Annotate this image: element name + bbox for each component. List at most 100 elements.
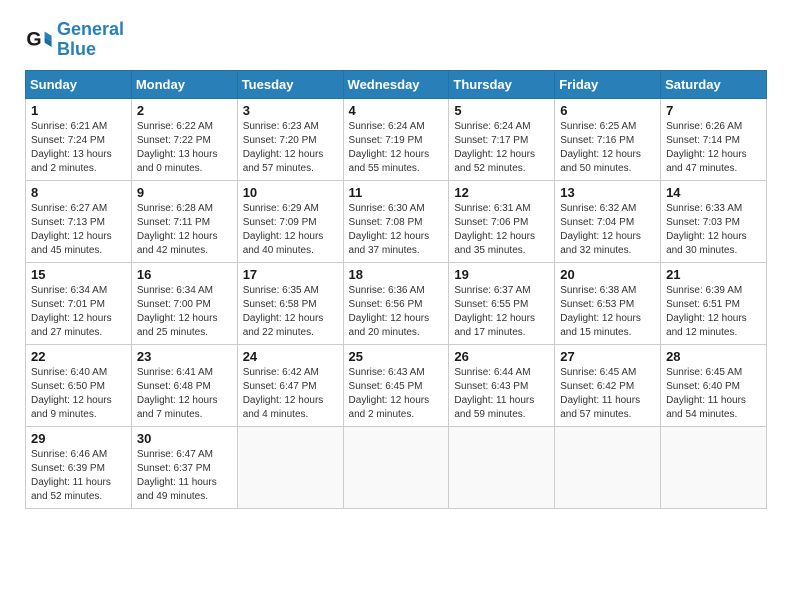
- logo-icon: G: [25, 26, 53, 54]
- calendar-cell: 26 Sunrise: 6:44 AMSunset: 6:43 PMDaylig…: [449, 344, 555, 426]
- weekday-header-friday: Friday: [555, 70, 661, 98]
- day-info: Sunrise: 6:47 AMSunset: 6:37 PMDaylight:…: [137, 448, 232, 504]
- day-number: 5: [454, 103, 549, 118]
- day-info: Sunrise: 6:40 AMSunset: 6:50 PMDaylight:…: [31, 366, 126, 422]
- calendar-cell: 5 Sunrise: 6:24 AMSunset: 7:17 PMDayligh…: [449, 98, 555, 180]
- calendar-cell: 27 Sunrise: 6:45 AMSunset: 6:42 PMDaylig…: [555, 344, 661, 426]
- day-number: 6: [560, 103, 655, 118]
- calendar-cell: 3 Sunrise: 6:23 AMSunset: 7:20 PMDayligh…: [237, 98, 343, 180]
- day-number: 17: [243, 267, 338, 282]
- calendar-cell: 28 Sunrise: 6:45 AMSunset: 6:40 PMDaylig…: [661, 344, 767, 426]
- weekday-header-tuesday: Tuesday: [237, 70, 343, 98]
- day-info: Sunrise: 6:31 AMSunset: 7:06 PMDaylight:…: [454, 202, 549, 258]
- day-number: 8: [31, 185, 126, 200]
- day-info: Sunrise: 6:43 AMSunset: 6:45 PMDaylight:…: [349, 366, 444, 422]
- calendar-cell: 19 Sunrise: 6:37 AMSunset: 6:55 PMDaylig…: [449, 262, 555, 344]
- day-number: 29: [31, 431, 126, 446]
- calendar-cell: 14 Sunrise: 6:33 AMSunset: 7:03 PMDaylig…: [661, 180, 767, 262]
- calendar-cell: 18 Sunrise: 6:36 AMSunset: 6:56 PMDaylig…: [343, 262, 449, 344]
- calendar-cell: 22 Sunrise: 6:40 AMSunset: 6:50 PMDaylig…: [26, 344, 132, 426]
- day-number: 7: [666, 103, 761, 118]
- day-info: Sunrise: 6:34 AMSunset: 7:00 PMDaylight:…: [137, 284, 232, 340]
- day-number: 10: [243, 185, 338, 200]
- day-info: Sunrise: 6:24 AMSunset: 7:17 PMDaylight:…: [454, 120, 549, 176]
- calendar-cell: 12 Sunrise: 6:31 AMSunset: 7:06 PMDaylig…: [449, 180, 555, 262]
- day-number: 19: [454, 267, 549, 282]
- calendar-cell: [343, 426, 449, 508]
- day-info: Sunrise: 6:27 AMSunset: 7:13 PMDaylight:…: [31, 202, 126, 258]
- day-info: Sunrise: 6:28 AMSunset: 7:11 PMDaylight:…: [137, 202, 232, 258]
- calendar-week-row: 1 Sunrise: 6:21 AMSunset: 7:24 PMDayligh…: [26, 98, 767, 180]
- day-info: Sunrise: 6:34 AMSunset: 7:01 PMDaylight:…: [31, 284, 126, 340]
- calendar-cell: 11 Sunrise: 6:30 AMSunset: 7:08 PMDaylig…: [343, 180, 449, 262]
- day-number: 3: [243, 103, 338, 118]
- day-info: Sunrise: 6:32 AMSunset: 7:04 PMDaylight:…: [560, 202, 655, 258]
- calendar-cell: 24 Sunrise: 6:42 AMSunset: 6:47 PMDaylig…: [237, 344, 343, 426]
- svg-text:G: G: [26, 28, 41, 50]
- weekday-header-saturday: Saturday: [661, 70, 767, 98]
- day-number: 12: [454, 185, 549, 200]
- calendar-cell: 1 Sunrise: 6:21 AMSunset: 7:24 PMDayligh…: [26, 98, 132, 180]
- calendar-cell: 9 Sunrise: 6:28 AMSunset: 7:11 PMDayligh…: [131, 180, 237, 262]
- day-number: 22: [31, 349, 126, 364]
- calendar-cell: 30 Sunrise: 6:47 AMSunset: 6:37 PMDaylig…: [131, 426, 237, 508]
- day-number: 27: [560, 349, 655, 364]
- logo: G GeneralBlue: [25, 20, 124, 60]
- calendar-cell: 7 Sunrise: 6:26 AMSunset: 7:14 PMDayligh…: [661, 98, 767, 180]
- calendar-week-row: 22 Sunrise: 6:40 AMSunset: 6:50 PMDaylig…: [26, 344, 767, 426]
- calendar-cell: 6 Sunrise: 6:25 AMSunset: 7:16 PMDayligh…: [555, 98, 661, 180]
- calendar-cell: 23 Sunrise: 6:41 AMSunset: 6:48 PMDaylig…: [131, 344, 237, 426]
- calendar-cell: 10 Sunrise: 6:29 AMSunset: 7:09 PMDaylig…: [237, 180, 343, 262]
- day-number: 21: [666, 267, 761, 282]
- day-info: Sunrise: 6:22 AMSunset: 7:22 PMDaylight:…: [137, 120, 232, 176]
- calendar-cell: 4 Sunrise: 6:24 AMSunset: 7:19 PMDayligh…: [343, 98, 449, 180]
- day-number: 15: [31, 267, 126, 282]
- day-info: Sunrise: 6:37 AMSunset: 6:55 PMDaylight:…: [454, 284, 549, 340]
- weekday-header-thursday: Thursday: [449, 70, 555, 98]
- weekday-header-sunday: Sunday: [26, 70, 132, 98]
- day-number: 25: [349, 349, 444, 364]
- day-info: Sunrise: 6:45 AMSunset: 6:40 PMDaylight:…: [666, 366, 761, 422]
- calendar-cell: 8 Sunrise: 6:27 AMSunset: 7:13 PMDayligh…: [26, 180, 132, 262]
- calendar-cell: [555, 426, 661, 508]
- weekday-header-wednesday: Wednesday: [343, 70, 449, 98]
- day-info: Sunrise: 6:45 AMSunset: 6:42 PMDaylight:…: [560, 366, 655, 422]
- page-header: G GeneralBlue: [25, 20, 767, 60]
- weekday-header-monday: Monday: [131, 70, 237, 98]
- day-info: Sunrise: 6:42 AMSunset: 6:47 PMDaylight:…: [243, 366, 338, 422]
- day-info: Sunrise: 6:39 AMSunset: 6:51 PMDaylight:…: [666, 284, 761, 340]
- calendar-cell: 16 Sunrise: 6:34 AMSunset: 7:00 PMDaylig…: [131, 262, 237, 344]
- day-info: Sunrise: 6:36 AMSunset: 6:56 PMDaylight:…: [349, 284, 444, 340]
- day-number: 20: [560, 267, 655, 282]
- day-info: Sunrise: 6:38 AMSunset: 6:53 PMDaylight:…: [560, 284, 655, 340]
- day-number: 9: [137, 185, 232, 200]
- day-info: Sunrise: 6:44 AMSunset: 6:43 PMDaylight:…: [454, 366, 549, 422]
- calendar-cell: 2 Sunrise: 6:22 AMSunset: 7:22 PMDayligh…: [131, 98, 237, 180]
- calendar-cell: 20 Sunrise: 6:38 AMSunset: 6:53 PMDaylig…: [555, 262, 661, 344]
- calendar-table: SundayMondayTuesdayWednesdayThursdayFrid…: [25, 70, 767, 509]
- day-info: Sunrise: 6:33 AMSunset: 7:03 PMDaylight:…: [666, 202, 761, 258]
- day-number: 24: [243, 349, 338, 364]
- weekday-header-row: SundayMondayTuesdayWednesdayThursdayFrid…: [26, 70, 767, 98]
- calendar-cell: 21 Sunrise: 6:39 AMSunset: 6:51 PMDaylig…: [661, 262, 767, 344]
- day-info: Sunrise: 6:24 AMSunset: 7:19 PMDaylight:…: [349, 120, 444, 176]
- day-info: Sunrise: 6:23 AMSunset: 7:20 PMDaylight:…: [243, 120, 338, 176]
- day-number: 4: [349, 103, 444, 118]
- calendar-cell: [449, 426, 555, 508]
- calendar-week-row: 29 Sunrise: 6:46 AMSunset: 6:39 PMDaylig…: [26, 426, 767, 508]
- day-number: 16: [137, 267, 232, 282]
- calendar-week-row: 8 Sunrise: 6:27 AMSunset: 7:13 PMDayligh…: [26, 180, 767, 262]
- day-number: 26: [454, 349, 549, 364]
- day-info: Sunrise: 6:21 AMSunset: 7:24 PMDaylight:…: [31, 120, 126, 176]
- day-number: 30: [137, 431, 232, 446]
- calendar-cell: 13 Sunrise: 6:32 AMSunset: 7:04 PMDaylig…: [555, 180, 661, 262]
- day-number: 18: [349, 267, 444, 282]
- day-info: Sunrise: 6:29 AMSunset: 7:09 PMDaylight:…: [243, 202, 338, 258]
- calendar-week-row: 15 Sunrise: 6:34 AMSunset: 7:01 PMDaylig…: [26, 262, 767, 344]
- day-number: 23: [137, 349, 232, 364]
- day-number: 28: [666, 349, 761, 364]
- day-info: Sunrise: 6:26 AMSunset: 7:14 PMDaylight:…: [666, 120, 761, 176]
- day-number: 2: [137, 103, 232, 118]
- calendar-cell: [237, 426, 343, 508]
- calendar-cell: 17 Sunrise: 6:35 AMSunset: 6:58 PMDaylig…: [237, 262, 343, 344]
